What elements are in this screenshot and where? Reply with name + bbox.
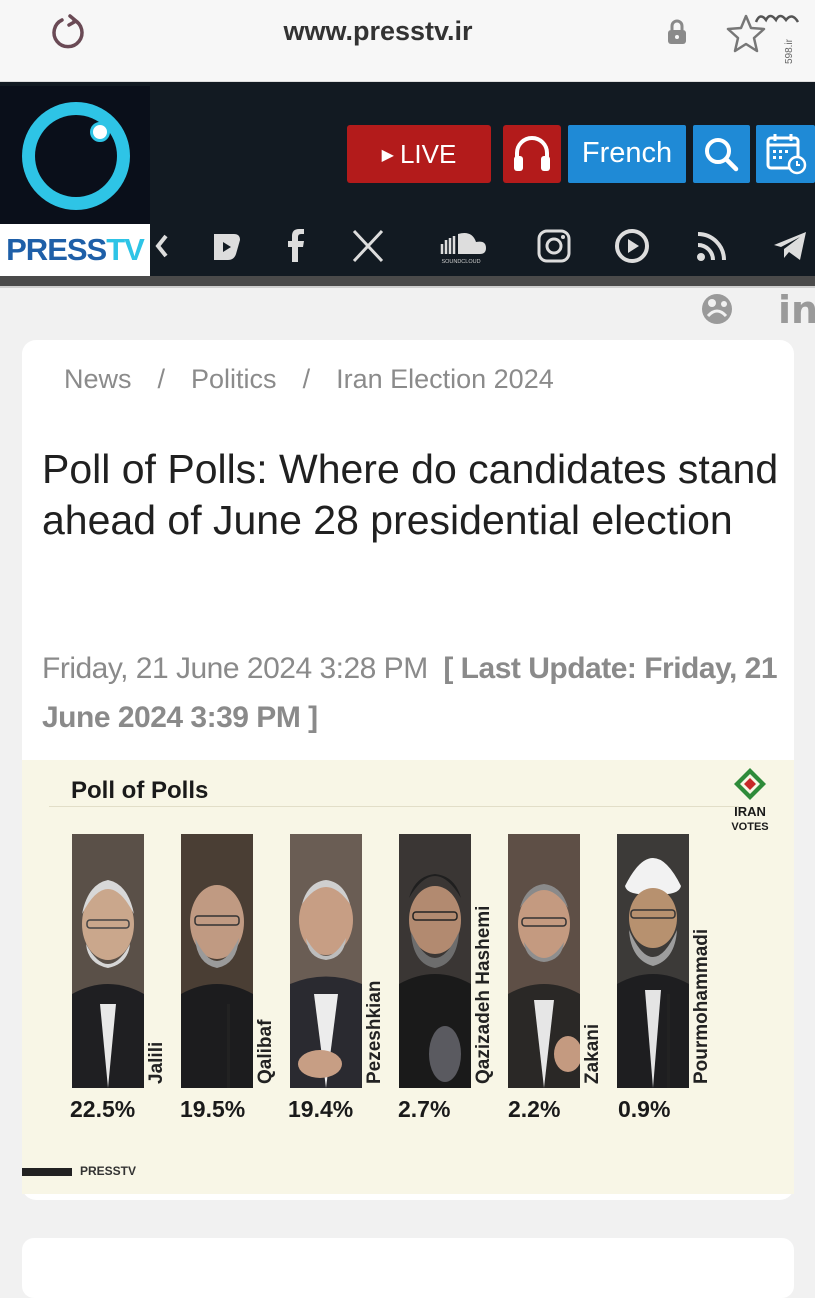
candidate-photo — [290, 834, 362, 1088]
rss-icon[interactable] — [692, 226, 732, 266]
candidate-qazizadeh-hashemi: Qazizadeh Hashemi — [399, 834, 494, 1089]
telegram-icon[interactable] — [770, 226, 810, 266]
breadcrumb-politics[interactable]: Politics — [191, 364, 277, 394]
play-icon: ▶ — [381, 147, 394, 164]
site-header: PRESSTV ▶ LIVE French SOUNDCLOUD — [0, 82, 815, 276]
article-title: Poll of Polls: Where do candidates stand… — [42, 446, 779, 543]
candidate-name: Qalibaf — [255, 1019, 276, 1084]
article-dates: Friday, 21 June 2024 3:28 PM [ Last Upda… — [42, 644, 782, 742]
search-icon — [705, 138, 739, 172]
presstv-footer-bar — [22, 1168, 72, 1176]
candidate-percent: 22.5% — [70, 1096, 136, 1122]
candidate-percent: 0.9% — [618, 1096, 671, 1122]
presstv-logo-mark — [22, 102, 130, 210]
next-card — [22, 1238, 794, 1298]
badge-line2: VOTES — [731, 821, 768, 833]
candidate-pourmohammadi: Pourmohammadi — [617, 834, 712, 1089]
breadcrumb: News / Politics / Iran Election 2024 — [64, 364, 554, 394]
candidate-zakani: Zakani — [508, 834, 603, 1089]
social-links: SOUNDCLOUD — [150, 218, 815, 274]
badge-line1: IRAN — [734, 804, 766, 819]
headphones-icon — [514, 136, 550, 171]
x-icon[interactable] — [348, 226, 388, 266]
candidate-name: Pezeshkian — [364, 980, 385, 1085]
facebook-icon[interactable] — [276, 226, 316, 266]
header-divider — [0, 276, 815, 288]
candidate-percent: 19.5% — [180, 1096, 246, 1122]
candidate-qalibaf: Qalibaf — [181, 834, 276, 1089]
infographic-title: Poll of Polls — [71, 777, 209, 804]
candidate-name: Pourmohammadi — [691, 928, 712, 1084]
presstv-logo[interactable]: PRESSTV — [0, 86, 150, 276]
calendar-button[interactable] — [756, 125, 815, 183]
audio-button[interactable] — [503, 125, 561, 183]
candidate-photo — [508, 834, 580, 1088]
soundcloud-icon[interactable]: SOUNDCLOUD — [430, 226, 492, 266]
presstv-footer-text: PRESSTV — [80, 1164, 137, 1178]
candidate-name: Jalili — [146, 1041, 167, 1084]
published-date: Friday, 21 June 2024 3:28 PM — [42, 652, 428, 685]
language-button[interactable]: French — [568, 125, 686, 183]
watermark-logo: 598.ir — [754, 14, 800, 64]
iran-votes-logo: IRAN VOTES — [731, 768, 769, 833]
candidate-name: Qazizadeh Hashemi — [473, 905, 494, 1084]
accessibility-icon[interactable] — [700, 292, 734, 326]
calendar-icon — [766, 134, 807, 175]
odysee-icon[interactable] — [612, 226, 652, 266]
candidate-pezeshkian: Pezeshkian — [290, 834, 385, 1089]
soundcloud-label: SOUNDCLOUD — [441, 259, 480, 265]
lock-icon — [668, 19, 686, 44]
candidate-photo — [399, 834, 471, 1088]
infographic-divider — [49, 806, 739, 807]
candidate-photo — [72, 834, 144, 1088]
live-button[interactable]: ▶ LIVE — [347, 125, 491, 183]
candidate-percent: 2.7% — [398, 1096, 451, 1122]
linkedin-icon[interactable]: in — [778, 288, 815, 332]
poll-infographic: Poll of Polls IRAN VOTES Jalili 22.5% Qa… — [22, 760, 794, 1194]
presstv-logo-word: PRESSTV — [0, 224, 150, 276]
previous-arrow-icon[interactable] — [150, 226, 190, 266]
search-button[interactable] — [693, 125, 750, 183]
candidate-photo — [617, 834, 689, 1088]
breadcrumb-iran-election-2024[interactable]: Iran Election 2024 — [336, 364, 554, 394]
candidate-photo — [181, 834, 253, 1088]
url-text[interactable]: www.presstv.ir — [0, 16, 756, 47]
watermark-text: 598.ir — [784, 38, 795, 64]
browser-address-bar: www.presstv.ir 598.ir — [0, 0, 815, 82]
instagram-icon[interactable] — [534, 226, 574, 266]
breadcrumb-news[interactable]: News — [64, 364, 132, 394]
candidate-name: Zakani — [582, 1023, 603, 1084]
candidate-percent: 19.4% — [288, 1096, 354, 1122]
rumble-icon[interactable] — [206, 226, 246, 266]
candidate-jalili: Jalili — [72, 834, 167, 1089]
candidate-percent: 2.2% — [508, 1096, 561, 1122]
